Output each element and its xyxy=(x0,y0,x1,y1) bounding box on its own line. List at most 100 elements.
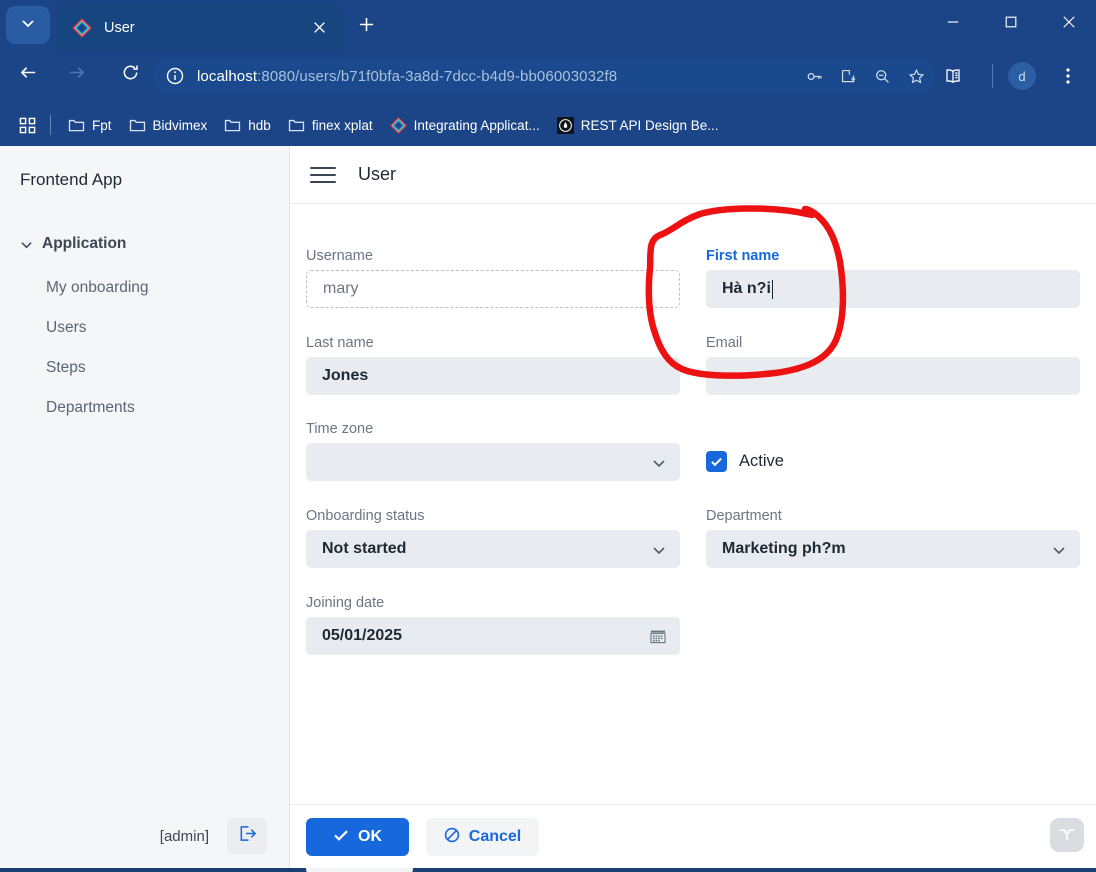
text-caret xyxy=(771,279,774,299)
folder-icon xyxy=(224,117,241,134)
reading-list-icon[interactable] xyxy=(937,60,969,92)
folder-icon xyxy=(129,117,146,134)
app-title: Frontend App xyxy=(20,170,123,189)
bookmark-item[interactable]: finex xplat xyxy=(281,111,380,139)
install-app-icon[interactable] xyxy=(833,61,863,91)
sidebar-group-label: Application xyxy=(42,235,127,252)
reload-button[interactable] xyxy=(112,57,148,93)
url-host: localhost xyxy=(197,67,258,85)
department-value: Marketing ph?m xyxy=(722,540,846,557)
close-icon xyxy=(1062,15,1076,34)
sidebar-item-departments[interactable]: Departments xyxy=(46,394,276,422)
bookmark-label: Fpt xyxy=(92,117,112,133)
site-info-icon[interactable] xyxy=(165,66,185,86)
toolbar-divider xyxy=(992,64,993,88)
zoom-out-icon[interactable] xyxy=(867,61,897,91)
joining-date-value: 05/01/2025 xyxy=(322,627,403,644)
sidebar-item-label: My onboarding xyxy=(46,279,149,296)
browser-window: User localhost:8080/users/b71f0bfa-3a8d-… xyxy=(0,0,1096,872)
chevron-down-icon xyxy=(16,234,36,254)
bookmark-item[interactable]: Bidvimex xyxy=(122,111,215,139)
sidebar: Frontend App Application My onboarding U… xyxy=(0,146,290,868)
back-arrow-icon xyxy=(19,63,38,87)
active-checkbox[interactable] xyxy=(706,451,727,472)
bookmarks-bar: Fpt Bidvimex hdb finex xplat Integrating… xyxy=(0,104,1096,232)
back-button[interactable] xyxy=(10,57,46,93)
tab-title: User xyxy=(104,19,135,36)
password-key-icon[interactable] xyxy=(799,61,829,91)
vaadin-bull-icon[interactable] xyxy=(1050,818,1084,852)
first-name-input[interactable]: Hà n?i xyxy=(706,270,1080,308)
bookmark-star-icon[interactable] xyxy=(901,61,931,91)
bookmark-label: hdb xyxy=(248,117,271,133)
joining-date-input[interactable]: 05/01/2025 xyxy=(306,617,680,655)
username-value: mary xyxy=(323,280,359,297)
time-zone-select[interactable] xyxy=(306,443,680,481)
folder-icon xyxy=(68,117,85,134)
cancel-button[interactable]: Cancel xyxy=(426,818,539,856)
window-maximize-button[interactable] xyxy=(988,0,1034,48)
username-label: Username xyxy=(306,248,373,264)
username-input[interactable]: mary xyxy=(306,270,680,308)
last-name-value: Jones xyxy=(322,367,369,384)
chevron-down-icon xyxy=(652,456,666,470)
sidebar-item-users[interactable]: Users xyxy=(46,314,276,342)
bookmark-item[interactable]: Integrating Applicat... xyxy=(383,111,547,139)
forward-button[interactable] xyxy=(58,57,94,93)
onboarding-status-value: Not started xyxy=(322,540,407,557)
browser-tab[interactable]: User xyxy=(56,5,342,50)
active-checkbox-row[interactable]: Active xyxy=(706,451,784,472)
last-name-label: Last name xyxy=(306,335,374,351)
new-tab-button[interactable] xyxy=(350,11,382,43)
first-name-value: Hà n?i xyxy=(722,280,771,297)
vaadin-diamond-icon xyxy=(72,17,92,38)
ok-button-label: OK xyxy=(358,828,382,845)
sidebar-footer: [admin] xyxy=(0,804,289,868)
check-icon xyxy=(333,827,358,848)
sidebar-item-label: Departments xyxy=(46,399,135,416)
vaadin-diamond-icon xyxy=(389,116,407,134)
active-label: Active xyxy=(739,452,784,470)
sidebar-group-application[interactable]: Application xyxy=(16,230,274,258)
form-action-bar: OK Cancel xyxy=(290,804,1096,868)
url-path: :8080/users/b71f0bfa-3a8d-7dcc-b4d9-bb06… xyxy=(257,67,618,85)
current-user-label: [admin] xyxy=(159,827,209,845)
calendar-icon[interactable] xyxy=(650,628,666,644)
address-bar[interactable]: localhost:8080/users/b71f0bfa-3a8d-7dcc-… xyxy=(153,58,935,94)
department-label: Department xyxy=(706,508,782,524)
window-close-button[interactable] xyxy=(1046,0,1092,48)
cancel-button-label: Cancel xyxy=(468,828,522,845)
onboarding-status-select[interactable]: Not started xyxy=(306,530,680,568)
minimize-icon xyxy=(946,15,960,34)
hamburger-menu-icon[interactable] xyxy=(310,164,336,186)
logout-button[interactable] xyxy=(227,818,267,854)
chevron-down-icon xyxy=(20,15,36,36)
forward-arrow-icon xyxy=(67,63,86,87)
chevron-down-icon xyxy=(652,543,666,557)
bookmark-divider xyxy=(50,115,51,135)
profile-avatar[interactable]: d xyxy=(1008,62,1036,90)
title-bar: User xyxy=(0,0,1096,50)
close-icon[interactable] xyxy=(306,15,332,41)
tab-search-button[interactable] xyxy=(6,6,50,44)
last-name-input[interactable]: Jones xyxy=(306,357,680,395)
three-dot-menu-icon[interactable] xyxy=(1052,60,1084,92)
department-select[interactable]: Marketing ph?m xyxy=(706,530,1080,568)
main-content: User Username mary First name Hà n?i Las… xyxy=(290,146,1096,868)
chevron-down-icon xyxy=(1052,543,1066,557)
ok-button[interactable]: OK xyxy=(306,818,409,856)
reload-icon xyxy=(121,63,140,87)
time-zone-label: Time zone xyxy=(306,421,374,437)
url-text: localhost:8080/users/b71f0bfa-3a8d-7dcc-… xyxy=(197,68,799,85)
sidebar-item-steps[interactable]: Steps xyxy=(46,354,276,382)
page-title: User xyxy=(358,164,397,184)
browser-chrome: User localhost:8080/users/b71f0bfa-3a8d-… xyxy=(0,0,1096,232)
window-minimize-button[interactable] xyxy=(930,0,976,48)
apps-grid-icon[interactable] xyxy=(14,112,40,138)
bookmark-item[interactable]: Fpt xyxy=(61,111,119,139)
bookmark-item[interactable]: REST API Design Be... xyxy=(550,111,726,139)
sidebar-item-my-onboarding[interactable]: My onboarding xyxy=(46,274,276,302)
bookmark-item[interactable]: hdb xyxy=(217,111,278,139)
email-input[interactable] xyxy=(706,357,1080,395)
onboarding-status-label: Onboarding status xyxy=(306,508,425,524)
